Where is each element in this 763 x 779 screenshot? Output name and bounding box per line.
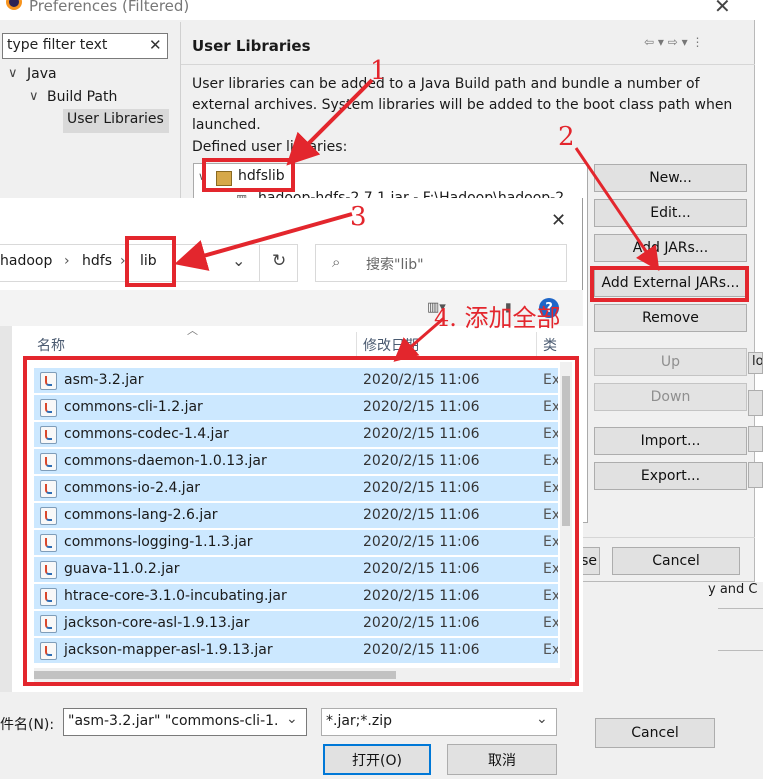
arrow-1: [286, 78, 374, 166]
annotation-arrows: [174, 78, 660, 362]
arrow-2: [574, 147, 660, 271]
arrow-4: [393, 316, 445, 362]
arrow-3: [174, 212, 353, 271]
